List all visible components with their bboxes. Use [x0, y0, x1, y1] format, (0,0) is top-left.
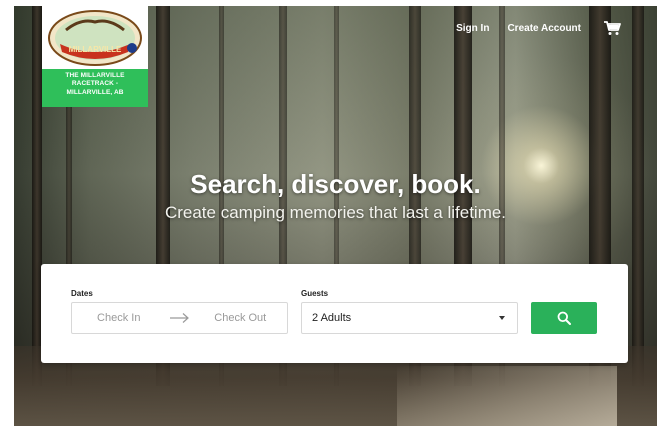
dates-field[interactable]: Check In Check Out: [71, 302, 288, 334]
check-in-input[interactable]: Check In: [72, 312, 166, 324]
create-account-link[interactable]: Create Account: [507, 23, 581, 34]
top-navigation: Sign In Create Account: [438, 20, 621, 36]
racetrack-emblem-icon: MILLARVILLE: [48, 10, 142, 66]
search-button[interactable]: [531, 302, 597, 334]
brand-name-line: THE MILLARVILLE: [65, 72, 125, 79]
search-icon: [557, 311, 571, 325]
caret-down-icon: [499, 316, 505, 320]
check-out-input[interactable]: Check Out: [194, 312, 288, 324]
emblem-text: MILLARVILLE: [69, 45, 122, 54]
brand-logo[interactable]: MILLARVILLE THE MILLARVILLE RACETRACK - …: [42, 6, 148, 107]
dates-label: Dates: [71, 289, 93, 298]
sign-in-link[interactable]: Sign In: [456, 23, 489, 34]
search-panel: Dates Check In Check Out Guests 2 Adults: [41, 264, 628, 363]
page-frame: MILLARVILLE THE MILLARVILLE RACETRACK - …: [14, 6, 657, 426]
shopping-cart-icon[interactable]: [603, 20, 621, 36]
guests-label: Guests: [301, 289, 329, 298]
guests-value: 2 Adults: [312, 312, 352, 324]
arrow-right-icon: [169, 313, 189, 323]
hero-subheadline: Create camping memories that last a life…: [164, 203, 507, 222]
brand-name-line: MILLARVILLE, AB: [66, 88, 124, 96]
hero-headline: Search, discover, book.: [190, 169, 481, 199]
brand-name: THE MILLARVILLE RACETRACK - MILLARVILLE,…: [42, 69, 148, 107]
brand-name-line: RACETRACK -: [71, 80, 119, 88]
guests-select[interactable]: 2 Adults: [301, 302, 518, 334]
